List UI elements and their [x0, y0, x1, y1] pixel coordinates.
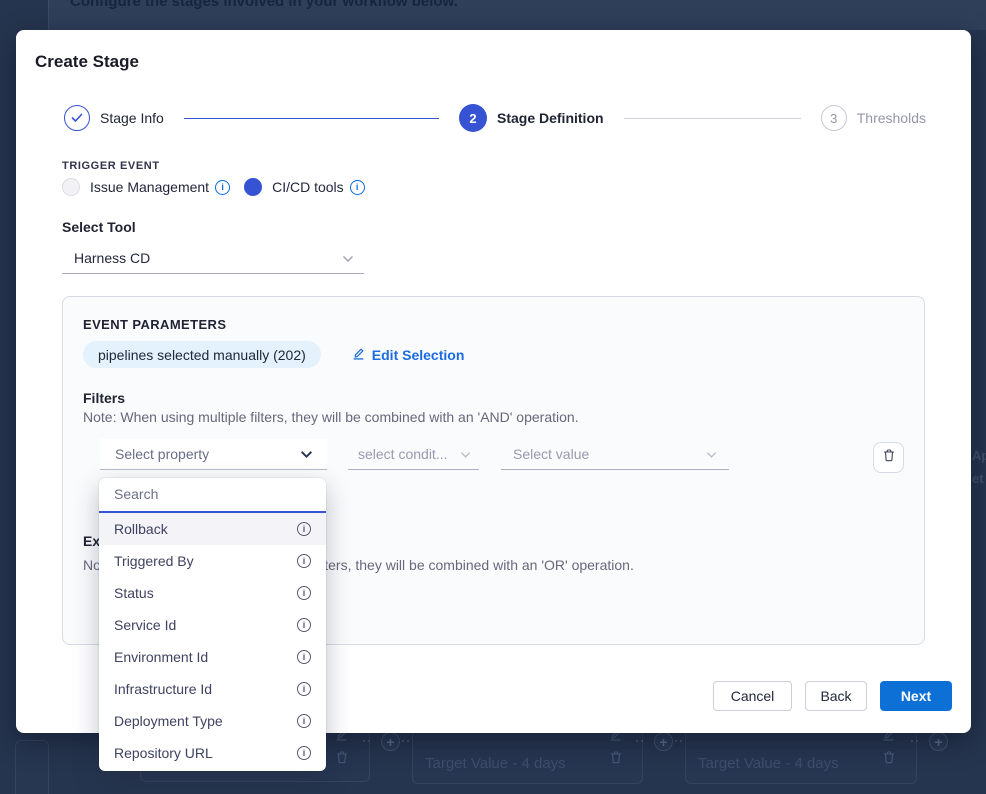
create-stage-modal: Create Stage Stage Info 2 Stage Definiti…: [16, 30, 971, 733]
info-icon[interactable]: i: [297, 522, 311, 536]
trash-icon: [883, 448, 895, 467]
stepper-connector: [624, 118, 801, 119]
dropdown-item-infrastructure-id[interactable]: Infrastructure Id i: [99, 673, 326, 705]
dropdown-list: Rollback i Triggered By i Status i Servi…: [99, 513, 326, 771]
trash-icon: [883, 750, 895, 769]
connector-dash: [402, 740, 409, 742]
add-stage-icon: +: [381, 732, 400, 751]
connector-dash: [636, 740, 643, 742]
background-target-value-label: Target Value - 4 days: [698, 755, 839, 772]
background-stage-card: [15, 740, 49, 794]
event-parameters-heading: EVENT PARAMETERS: [83, 317, 226, 332]
select-property-dropdown[interactable]: Select property: [100, 439, 327, 470]
connector-dash: [363, 740, 370, 742]
chevron-down-icon: [460, 451, 471, 459]
filters-note: Note: When using multiple filters, they …: [83, 409, 579, 425]
radio-label[interactable]: Issue Management: [90, 179, 209, 195]
tool-select-value: Harness CD: [74, 250, 150, 266]
step-number-badge: 2: [459, 104, 487, 132]
modal-title: Create Stage: [35, 52, 139, 72]
search-input[interactable]: [114, 486, 311, 502]
trash-icon: [610, 750, 622, 769]
info-icon[interactable]: i: [297, 746, 311, 760]
chevron-down-icon: [342, 255, 354, 263]
connector-dash: [911, 740, 918, 742]
radio-issue-management[interactable]: [62, 178, 80, 196]
modal-footer: Cancel Back Next: [713, 681, 952, 711]
dropdown-item-triggered-by[interactable]: Triggered By i: [99, 545, 326, 577]
back-button[interactable]: Back: [805, 681, 867, 711]
info-icon[interactable]: i: [297, 682, 311, 696]
next-button[interactable]: Next: [880, 681, 952, 711]
radio-cicd-tools[interactable]: [244, 178, 262, 196]
select-condition-dropdown[interactable]: select condit...: [348, 439, 479, 470]
background-text-fragment: et: [972, 471, 984, 486]
stepper-connector: [184, 118, 439, 119]
step-stage-info[interactable]: Stage Info: [64, 105, 164, 131]
dropdown-item-label: Status: [114, 585, 154, 601]
step-complete-check-icon: [64, 105, 90, 131]
info-icon[interactable]: i: [297, 618, 311, 632]
dropdown-item-service-id[interactable]: Service Id i: [99, 609, 326, 641]
dropdown-item-environment-id[interactable]: Environment Id i: [99, 641, 326, 673]
step-number-badge: 3: [821, 105, 847, 131]
dropdown-item-label: Triggered By: [114, 553, 194, 569]
dropdown-item-rollback[interactable]: Rollback i: [99, 513, 326, 545]
edit-icon: [352, 347, 365, 363]
screen: Configure the stages involved in your wo…: [0, 0, 986, 794]
info-icon[interactable]: i: [297, 650, 311, 664]
background-banner-text: Configure the stages involved in your wo…: [70, 0, 458, 10]
radio-label[interactable]: CI/CD tools: [272, 179, 344, 195]
dropdown-item-label: Service Id: [114, 617, 176, 633]
tool-select[interactable]: Harness CD: [62, 244, 364, 274]
cancel-button[interactable]: Cancel: [713, 681, 792, 711]
step-label: Stage Info: [100, 110, 164, 126]
dropdown-item-deployment-type[interactable]: Deployment Type i: [99, 705, 326, 737]
wizard-stepper: Stage Info 2 Stage Definition 3 Threshol…: [64, 104, 926, 132]
step-stage-definition[interactable]: 2 Stage Definition: [459, 104, 604, 132]
select-condition-placeholder: select condit...: [358, 446, 448, 462]
select-tool-label: Select Tool: [62, 219, 136, 235]
dropdown-item-label: Deployment Type: [114, 713, 223, 729]
dropdown-item-status[interactable]: Status i: [99, 577, 326, 609]
background-target-value-label: Target Value - 4 days: [425, 755, 566, 772]
select-value-placeholder: Select value: [513, 446, 589, 462]
step-label: Stage Definition: [497, 110, 604, 126]
filters-heading: Filters: [83, 390, 125, 406]
filter-row: Select property select condit... Select …: [100, 439, 904, 473]
info-icon[interactable]: i: [297, 714, 311, 728]
pipelines-selected-chip: pipelines selected manually (202): [83, 341, 321, 368]
dropdown-search: [99, 478, 326, 513]
background-text-fragment: Ap: [972, 448, 986, 463]
trash-icon: [336, 750, 348, 769]
property-dropdown-menu: Rollback i Triggered By i Status i Servi…: [99, 478, 326, 771]
dropdown-item-label: Repository URL: [114, 745, 213, 761]
delete-filter-button[interactable]: [873, 442, 904, 473]
selection-row: pipelines selected manually (202) Edit S…: [83, 341, 464, 368]
connector-dash: [675, 740, 682, 742]
info-icon[interactable]: i: [297, 554, 311, 568]
info-icon[interactable]: i: [350, 180, 365, 195]
edit-selection-link[interactable]: Edit Selection: [352, 347, 465, 363]
background-page-header: Configure the stages involved in your wo…: [0, 0, 986, 30]
dropdown-item-label: Environment Id: [114, 649, 208, 665]
add-stage-icon: +: [654, 732, 673, 751]
trigger-event-options: Issue Management i CI/CD tools i: [62, 178, 365, 196]
info-icon[interactable]: i: [215, 180, 230, 195]
select-value-dropdown[interactable]: Select value: [501, 439, 729, 470]
dropdown-item-label: Rollback: [114, 521, 168, 537]
chevron-down-icon: [706, 451, 717, 459]
dropdown-item-repository-url[interactable]: Repository URL i: [99, 737, 326, 769]
edit-selection-label: Edit Selection: [372, 347, 465, 363]
chevron-down-icon: [300, 450, 313, 459]
dropdown-item-label: Infrastructure Id: [114, 681, 212, 697]
info-icon[interactable]: i: [297, 586, 311, 600]
add-stage-icon: +: [929, 732, 948, 751]
step-label: Thresholds: [857, 110, 926, 126]
select-property-placeholder: Select property: [115, 446, 209, 462]
trigger-event-label: TRIGGER EVENT: [62, 160, 160, 172]
step-thresholds[interactable]: 3 Thresholds: [821, 105, 926, 131]
